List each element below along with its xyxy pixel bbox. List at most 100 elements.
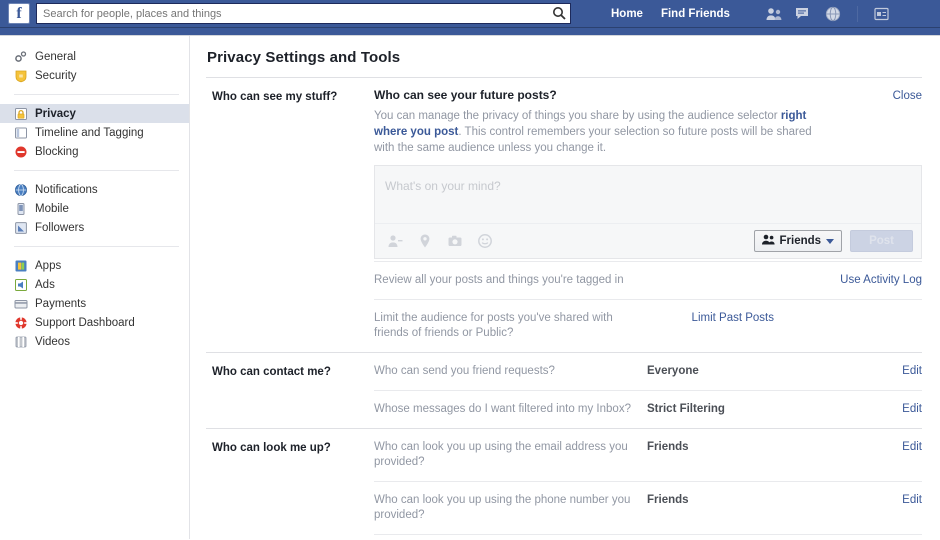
- row-question: Limit the audience for posts you've shar…: [374, 312, 613, 339]
- sidebar-item-security[interactable]: Security: [0, 66, 189, 85]
- row-question: Who can look you up using the email addr…: [374, 441, 628, 468]
- composer-icons: [383, 233, 754, 249]
- row-value: Friends: [647, 441, 689, 453]
- sidebar-item-label: Security: [35, 69, 77, 82]
- expanded-description: You can manage the privacy of things you…: [374, 108, 822, 156]
- sidebar-item-label: Blocking: [35, 145, 79, 158]
- sidebar-divider: [14, 94, 179, 95]
- row-message-filtering: Whose messages do I want filtered into m…: [374, 390, 922, 428]
- sidebar-item-label: Notifications: [35, 183, 98, 196]
- facebook-logo-letter: f: [16, 4, 22, 22]
- section-label: Who can contact me?: [212, 366, 331, 378]
- sidebar-item-label: Ads: [35, 278, 55, 291]
- messages-icon[interactable]: [795, 6, 813, 22]
- post-button[interactable]: Post: [850, 230, 913, 252]
- row-value: Friends: [647, 494, 689, 506]
- sidebar-group-notifications: Notifications Mobile Followers: [0, 177, 189, 240]
- globe-icon: [14, 183, 28, 197]
- friend-requests-icon[interactable]: [766, 6, 784, 22]
- section-who-can-contact-me: Who can contact me? Who can send you fri…: [206, 352, 922, 428]
- privacy-settings-main: Privacy Settings and Tools Who can see m…: [190, 36, 940, 539]
- composer-placeholder[interactable]: What's on your mind?: [375, 166, 921, 224]
- sidebar-item-apps[interactable]: Apps: [0, 256, 189, 275]
- video-film-icon: [14, 335, 28, 349]
- sidebar-item-label: Videos: [35, 335, 70, 348]
- lock-icon: [14, 107, 28, 121]
- composer-toolbar: Friends Post: [375, 224, 921, 258]
- sidebar-item-general[interactable]: General: [0, 47, 189, 66]
- tag-person-icon[interactable]: [387, 233, 403, 249]
- sidebar-item-label: Timeline and Tagging: [35, 126, 144, 139]
- nav-icon-divider: [856, 5, 858, 22]
- sidebar-item-notifications[interactable]: Notifications: [0, 180, 189, 199]
- expanded-future-posts-panel: Who can see your future posts? Close You…: [374, 78, 922, 261]
- desc-part-1: You can manage the privacy of things you…: [374, 110, 781, 122]
- row-lookup-phone: Who can look you up using the phone numb…: [374, 481, 922, 534]
- section-who-can-look-me-up: Who can look me up? Who can look you up …: [206, 428, 922, 539]
- row-friend-requests: Who can send you friend requests? Everyo…: [374, 353, 922, 390]
- sidebar-item-followers[interactable]: Followers: [0, 218, 189, 237]
- row-value: Everyone: [647, 365, 699, 377]
- limit-past-posts-link[interactable]: Limit Past Posts: [644, 311, 774, 326]
- chevron-down-icon: [826, 238, 835, 244]
- apps-icon: [14, 259, 28, 273]
- sidebar-item-timeline-and-tagging[interactable]: Timeline and Tagging: [0, 123, 189, 142]
- row-limit-past-posts: Limit the audience for posts you've shar…: [374, 299, 922, 352]
- sidebar-group-apps: Apps Ads Payments Support Dashboard Vide…: [0, 253, 189, 354]
- ads-icon: [14, 278, 28, 292]
- section-label: Who can look me up?: [212, 442, 331, 454]
- row-question: Whose messages do I want filtered into m…: [374, 403, 631, 415]
- close-link[interactable]: Close: [893, 90, 922, 102]
- sidebar-item-ads[interactable]: Ads: [0, 275, 189, 294]
- friends-icon: [761, 234, 775, 248]
- block-icon: [14, 145, 28, 159]
- edit-link[interactable]: Edit: [822, 440, 922, 455]
- search-icon[interactable]: [552, 6, 566, 20]
- row-question: Who can send you friend requests?: [374, 365, 555, 377]
- nav-find-friends[interactable]: Find Friends: [661, 8, 730, 20]
- location-pin-icon[interactable]: [417, 233, 433, 249]
- facebook-logo-icon[interactable]: f: [8, 3, 30, 24]
- section-who-can-see-my-stuff: Who can see my stuff? Who can see your f…: [206, 78, 922, 352]
- row-question: Review all your posts and things you're …: [374, 274, 624, 286]
- row-value: Strict Filtering: [647, 403, 725, 415]
- sidebar-item-label: Apps: [35, 259, 62, 272]
- sidebar-item-blocking[interactable]: Blocking: [0, 142, 189, 161]
- sidebar-item-mobile[interactable]: Mobile: [0, 199, 189, 218]
- sidebar-item-payments[interactable]: Payments: [0, 294, 189, 313]
- search-input[interactable]: [36, 3, 571, 24]
- top-navigation-bar: f Home Find Friends: [0, 0, 940, 28]
- sidebar-item-label: Followers: [35, 221, 85, 234]
- sidebar-item-videos[interactable]: Videos: [0, 332, 189, 351]
- timeline-icon: [14, 126, 28, 140]
- use-activity-log-link[interactable]: Use Activity Log: [792, 273, 922, 288]
- mobile-icon: [14, 202, 28, 216]
- nav-home[interactable]: Home: [611, 8, 643, 20]
- sidebar-group-privacy: Privacy Timeline and Tagging Blocking: [0, 101, 189, 164]
- followers-icon: [14, 221, 28, 235]
- section-rows: Who can see your future posts? Close You…: [374, 78, 922, 352]
- payments-card-icon: [14, 297, 28, 311]
- row-review-posts: Review all your posts and things you're …: [374, 261, 922, 299]
- emoji-icon[interactable]: [477, 233, 493, 249]
- edit-link[interactable]: Edit: [822, 493, 922, 508]
- edit-link[interactable]: Edit: [822, 364, 922, 379]
- row-question: Who can look you up using the phone numb…: [374, 494, 631, 521]
- gear-icon: [14, 50, 28, 64]
- privacy-shortcuts-lock-icon[interactable]: [873, 6, 891, 22]
- row-lookup-email: Who can look you up using the email addr…: [374, 429, 922, 481]
- sidebar-item-support-dashboard[interactable]: Support Dashboard: [0, 313, 189, 332]
- post-composer: What's on your mind? Friends Post: [374, 165, 922, 259]
- sidebar-item-privacy[interactable]: Privacy: [0, 104, 189, 123]
- section-rows: Who can look you up using the email addr…: [374, 429, 922, 539]
- sidebar-item-label: Payments: [35, 297, 87, 310]
- sidebar-item-label: Privacy: [35, 107, 76, 120]
- camera-icon[interactable]: [447, 233, 463, 249]
- edit-link[interactable]: Edit: [822, 402, 922, 417]
- audience-selector-button[interactable]: Friends: [753, 230, 843, 252]
- settings-sidebar: General Security Privacy Timeline and Ta…: [0, 36, 190, 539]
- notifications-globe-icon[interactable]: [824, 6, 842, 22]
- page-body: General Security Privacy Timeline and Ta…: [0, 36, 940, 539]
- search-container: [36, 3, 571, 24]
- section-label: Who can see my stuff?: [212, 91, 338, 103]
